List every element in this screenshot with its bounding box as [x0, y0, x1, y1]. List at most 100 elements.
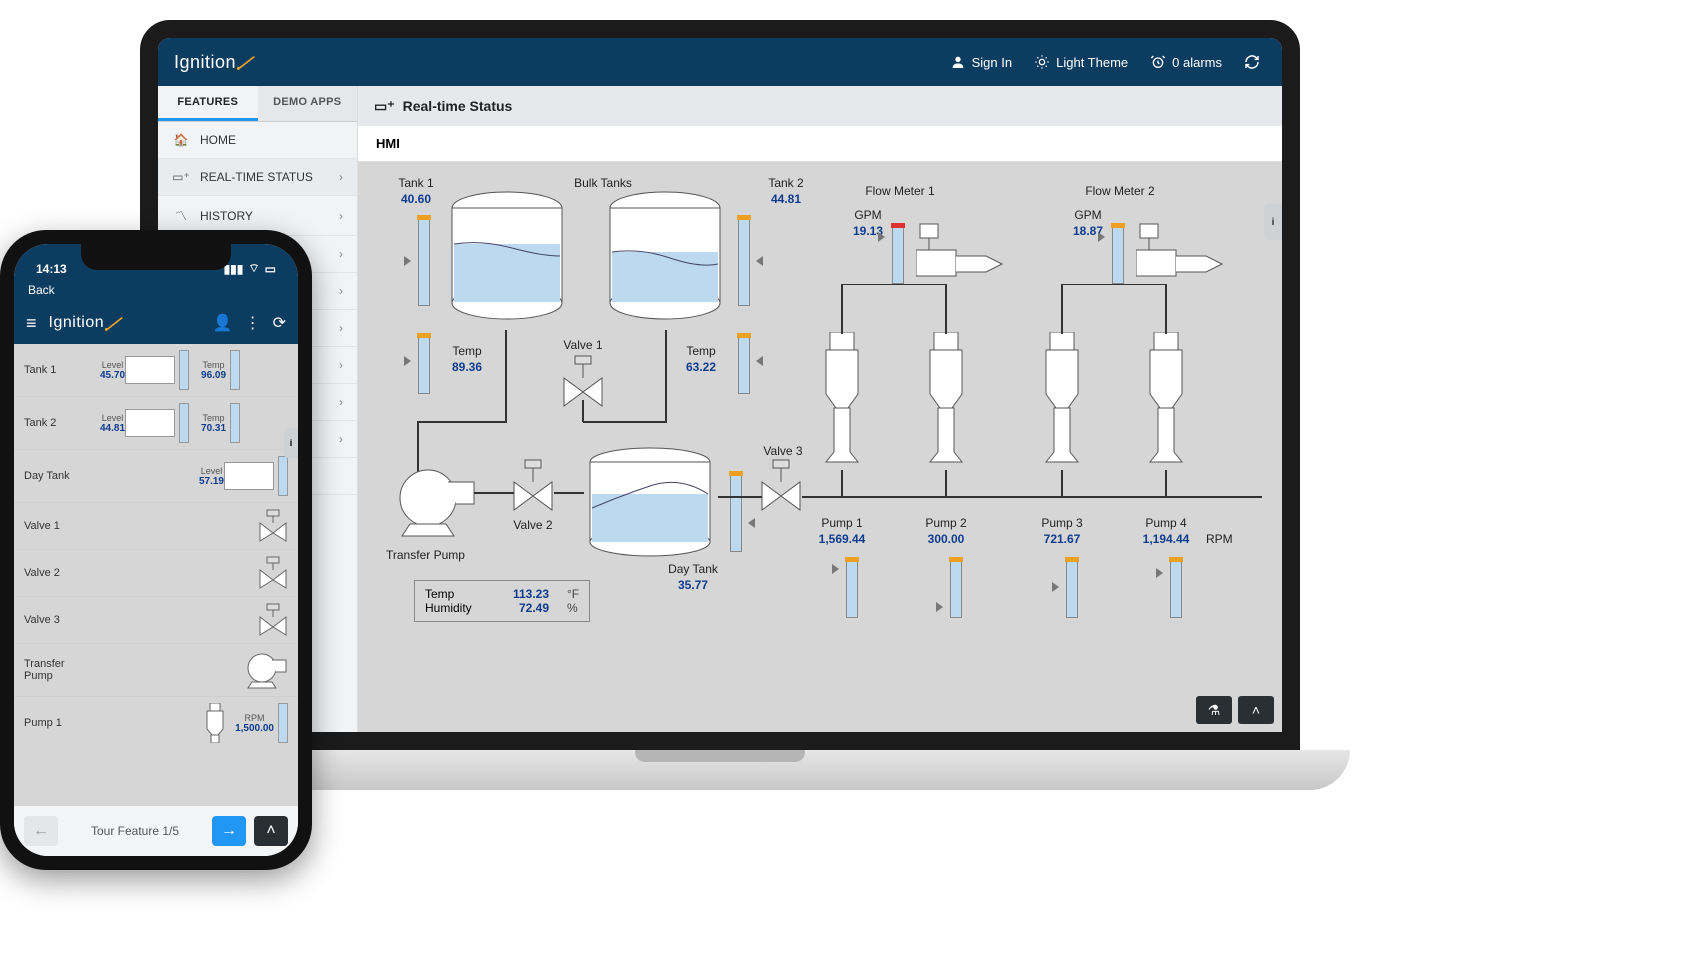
phone-body[interactable]: Tank 1 Level 45.70 Temp 96.09 Tank 2 Lev…: [14, 344, 298, 806]
flow1-gauge[interactable]: [892, 224, 904, 284]
brand-logo: Ignition.⁄: [174, 47, 250, 78]
pump4-label: Pump 4: [1134, 516, 1198, 530]
flow1-gpm: GPM: [848, 208, 888, 222]
row-label: Valve 1: [24, 520, 94, 532]
day-tank-gauge[interactable]: [730, 472, 742, 552]
day-tank-vessel[interactable]: [580, 446, 720, 566]
pump2-gauge[interactable]: [950, 558, 962, 618]
tank1-gauge[interactable]: [418, 216, 430, 306]
row-label: Valve 3: [24, 614, 94, 626]
gauge-marker: [878, 232, 885, 242]
phone-row-tank1[interactable]: Tank 1 Level 45.70 Temp 96.09: [14, 344, 298, 397]
brand-accent-icon: .⁄: [232, 45, 254, 78]
flow-sensor-icon[interactable]: [1136, 220, 1226, 290]
transfer-pump-icon[interactable]: [388, 462, 478, 542]
collapse-button[interactable]: ˄: [1238, 696, 1274, 724]
gauge-marker: [832, 564, 839, 574]
gauge-marker: [1156, 568, 1163, 578]
hmi-canvas[interactable]: i Bulk Tanks Tank 1 40.60: [358, 162, 1282, 732]
app-body: FEATURES DEMO APPS 🏠 HOME ▭⁺ REAL-TIME S…: [158, 86, 1282, 732]
phone-row-valve1[interactable]: Valve 1: [14, 503, 298, 550]
row-label: Tank 1: [24, 364, 94, 376]
rpm-label: RPM: [1206, 532, 1246, 546]
wifi-icon: ⌔: [248, 261, 259, 276]
sparkline: [224, 462, 274, 490]
pump1-gauge[interactable]: [846, 558, 858, 618]
flow2-gauge[interactable]: [1112, 224, 1124, 284]
theme-label: Light Theme: [1056, 55, 1128, 70]
user-icon[interactable]: 👤: [213, 313, 233, 333]
tank1-vessel[interactable]: [442, 188, 572, 328]
valve3-icon[interactable]: [758, 458, 804, 514]
alarms-button[interactable]: 0 alarms: [1150, 54, 1222, 70]
valve3-label: Valve 3: [758, 444, 808, 458]
nav-label: HISTORY: [200, 209, 253, 223]
day-tank-value: 35.77: [658, 578, 728, 592]
menu-icon[interactable]: ≡: [26, 313, 37, 334]
phone-row-daytank[interactable]: Day Tank Level 57.19: [14, 450, 298, 503]
tab-features[interactable]: FEATURES: [158, 86, 258, 121]
flask-button[interactable]: ⚗: [1196, 696, 1232, 724]
refresh-button[interactable]: [1244, 54, 1266, 70]
phone-row-pump1[interactable]: Pump 1 RPM 1,500.00: [14, 697, 298, 749]
hmi-toolbar: ⚗ ˄: [1196, 696, 1274, 724]
pump2-label: Pump 2: [914, 516, 978, 530]
sun-icon: [1034, 54, 1050, 70]
pump4-value: 1,194.44: [1128, 532, 1204, 546]
tank1-value: 40.60: [386, 192, 446, 206]
monitor-icon: ▭⁺: [374, 98, 395, 115]
temp-value: 70.31: [201, 423, 226, 434]
gauge-marker: [1098, 232, 1105, 242]
phone-row-xferpump[interactable]: Transfer Pump: [14, 644, 298, 697]
row-label: Pump 1: [24, 717, 94, 729]
info-tab[interactable]: i: [284, 428, 298, 458]
prev-button[interactable]: ←: [24, 816, 58, 846]
chevron-right-icon: ›: [339, 358, 343, 372]
expand-button[interactable]: ˄: [254, 816, 288, 846]
battery-icon: ▭: [265, 262, 276, 276]
monitor-icon: ▭⁺: [172, 170, 190, 184]
flow-sensor-icon[interactable]: [916, 220, 1006, 290]
phone-row-valve2[interactable]: Valve 2: [14, 550, 298, 597]
level-label: Level: [102, 413, 124, 423]
row-label: Transfer Pump: [24, 658, 94, 682]
rpm-value: 1,500.00: [235, 723, 274, 734]
theme-toggle[interactable]: Light Theme: [1034, 54, 1128, 70]
flow2-label: Flow Meter 2: [1070, 184, 1170, 198]
brand-logo: Ignition.⁄: [49, 308, 118, 339]
more-icon[interactable]: ⋮: [245, 313, 261, 333]
mini-gauge: [179, 403, 189, 443]
valve2-icon[interactable]: [510, 458, 556, 514]
refresh-icon[interactable]: ⟳: [273, 313, 286, 333]
camera-dot: [717, 27, 723, 33]
mini-gauge: [278, 703, 288, 743]
temp-label: Temp: [203, 360, 225, 370]
sparkline: [125, 409, 175, 437]
app-header: Ignition.⁄ Sign In Light Theme 0 alarms: [158, 38, 1282, 86]
nav-realtime-status[interactable]: ▭⁺ REAL-TIME STATUS ›: [158, 159, 357, 196]
phone-row-valve3[interactable]: Valve 3: [14, 597, 298, 644]
brand-text: Ignition: [49, 314, 105, 332]
chevron-right-icon: ›: [339, 247, 343, 261]
sign-in-button[interactable]: Sign In: [950, 54, 1012, 70]
status-time: 14:13: [36, 262, 67, 276]
content-title: Real-time Status: [403, 98, 513, 114]
phone-back-button[interactable]: Back: [14, 278, 298, 302]
pipe: [718, 494, 762, 500]
tab-demo-apps[interactable]: DEMO APPS: [258, 86, 358, 121]
mini-gauge: [179, 350, 189, 390]
nav-label: HOME: [200, 133, 236, 147]
pump4-gauge[interactable]: [1170, 558, 1182, 618]
tank2-vessel[interactable]: [600, 188, 730, 328]
phone-row-tank2[interactable]: Tank 2 Level 44.81 Temp 70.31: [14, 397, 298, 450]
row-label: Day Tank: [24, 470, 94, 482]
valve-icon: [258, 509, 288, 543]
nav-home[interactable]: 🏠 HOME: [158, 122, 357, 159]
tank2-gauge[interactable]: [738, 216, 750, 306]
env-temp-label: Temp: [425, 587, 485, 601]
pump3-gauge[interactable]: [1066, 558, 1078, 618]
phone-header: ≡ Ignition.⁄ 👤 ⋮ ⟳: [14, 302, 298, 344]
gauge-marker: [936, 602, 943, 612]
next-button[interactable]: →: [212, 816, 246, 846]
info-tab[interactable]: i: [1264, 204, 1282, 240]
